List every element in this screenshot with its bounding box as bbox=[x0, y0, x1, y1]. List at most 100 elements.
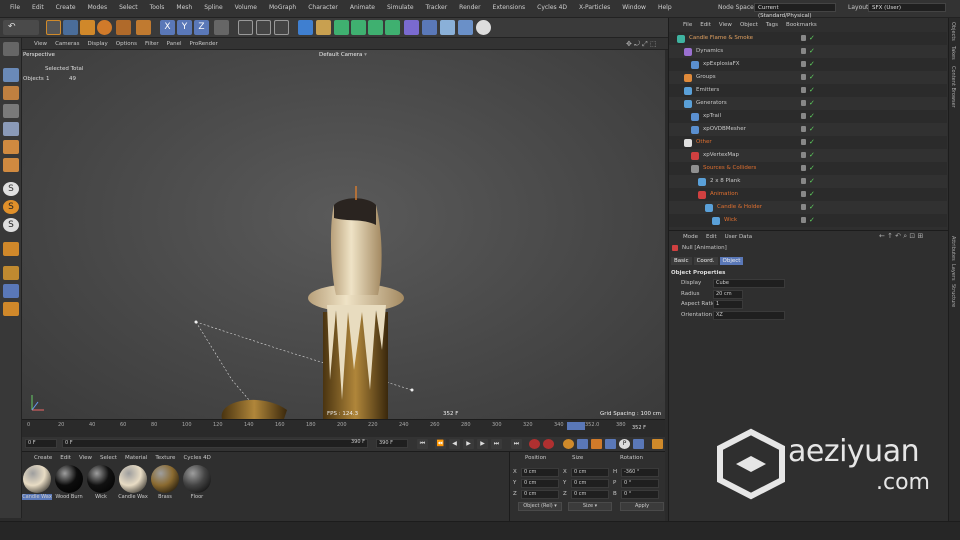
timeline-ruler[interactable]: 0 20 40 60 80 100 120 140 160 180 200 220 240 260 280 3… bbox=[22, 419, 665, 437]
layer-icon[interactable] bbox=[3, 266, 19, 280]
object-row[interactable]: xpExplosiaFX ✓ bbox=[669, 58, 947, 71]
x-axis-lock-icon[interactable]: X bbox=[160, 20, 175, 35]
edges-mode-icon[interactable] bbox=[3, 140, 19, 154]
material-menu-item[interactable]: Select bbox=[100, 455, 117, 461]
render-view-icon[interactable] bbox=[256, 20, 271, 35]
object-menu-item[interactable]: Object bbox=[740, 22, 758, 28]
field-icon[interactable] bbox=[385, 20, 400, 35]
coords-size-select[interactable]: Size ▾ bbox=[568, 502, 612, 511]
menu-item[interactable]: File bbox=[4, 4, 26, 11]
enabled-check-icon[interactable]: ✓ bbox=[809, 138, 815, 147]
node-space-select[interactable]: Current (Standard/Physical) bbox=[754, 3, 836, 19]
light-icon[interactable] bbox=[476, 20, 491, 35]
next-frame-icon[interactable]: ▶ bbox=[477, 439, 488, 449]
viewport-menu-item[interactable]: Options bbox=[116, 41, 137, 47]
coord-field[interactable]: -360 ° bbox=[621, 468, 659, 477]
z-axis-lock-icon[interactable]: Z bbox=[194, 20, 209, 35]
previous-key-icon[interactable]: ⏪ bbox=[435, 439, 446, 449]
model-mode-icon[interactable] bbox=[3, 68, 19, 82]
coord-field[interactable]: 0 cm bbox=[521, 490, 559, 499]
coord-system-icon[interactable] bbox=[136, 20, 151, 35]
scene-icon[interactable] bbox=[404, 20, 419, 35]
visibility-dot[interactable] bbox=[801, 35, 806, 41]
menu-item[interactable]: Select bbox=[113, 4, 144, 11]
menu-item[interactable]: Render bbox=[453, 4, 486, 11]
object-menu-item[interactable]: View bbox=[719, 22, 732, 28]
move-icon[interactable] bbox=[63, 20, 78, 35]
object-row[interactable]: Wick ✓ bbox=[669, 214, 947, 227]
menu-item[interactable]: Character bbox=[302, 4, 344, 11]
object-row[interactable]: Animation ✓ bbox=[669, 188, 947, 201]
object-menu-item[interactable]: File bbox=[683, 22, 692, 28]
lock-workplane-icon[interactable] bbox=[3, 284, 19, 298]
material-swatch[interactable]: Wick bbox=[86, 464, 116, 502]
menu-item[interactable]: MoGraph bbox=[263, 4, 302, 11]
key-rotation-icon[interactable] bbox=[605, 439, 616, 449]
material-swatch[interactable]: Candle Wax bbox=[22, 464, 52, 502]
property-select[interactable]: XZ bbox=[713, 310, 785, 320]
coord-field[interactable]: 0 cm bbox=[571, 490, 609, 499]
object-menu-item[interactable]: Tags bbox=[766, 22, 778, 28]
viewport-menu-item[interactable]: Display bbox=[88, 41, 108, 47]
menu-item[interactable]: Tools bbox=[144, 4, 171, 11]
camera-icon[interactable] bbox=[422, 20, 437, 35]
layout-select[interactable]: SFX (User) bbox=[868, 3, 946, 12]
cloner-icon[interactable] bbox=[351, 20, 366, 35]
live-selection-icon[interactable] bbox=[46, 20, 61, 35]
quantize-icon[interactable]: S bbox=[3, 218, 19, 232]
menu-item[interactable]: Extensions bbox=[487, 4, 532, 11]
menu-item[interactable]: Simulate bbox=[381, 4, 420, 11]
material-swatch[interactable]: Floor bbox=[182, 464, 212, 502]
viewport-nav-icons[interactable]: ✥ ⤾ ⤢ ⬚ bbox=[626, 40, 657, 49]
autokey-icon[interactable] bbox=[543, 439, 554, 449]
visibility-dot[interactable] bbox=[801, 139, 806, 145]
enabled-check-icon[interactable]: ✓ bbox=[809, 34, 815, 43]
render-region-icon[interactable] bbox=[238, 20, 253, 35]
key-position-icon[interactable] bbox=[577, 439, 588, 449]
start-frame-field[interactable]: 0 F bbox=[25, 439, 57, 448]
scale-icon[interactable] bbox=[80, 20, 95, 35]
enabled-check-icon[interactable]: ✓ bbox=[809, 47, 815, 56]
object-row[interactable]: xpOVDBMesher ✓ bbox=[669, 123, 947, 136]
property-field[interactable]: 20 cm bbox=[713, 289, 743, 299]
tab-takes[interactable]: Takes bbox=[950, 46, 956, 60]
object-row[interactable]: Emitters ✓ bbox=[669, 84, 947, 97]
visibility-dot[interactable] bbox=[801, 126, 806, 132]
polygons-mode-icon[interactable] bbox=[3, 158, 19, 172]
object-row[interactable]: Sources & Colliders ✓ bbox=[669, 162, 947, 175]
key-param-icon[interactable]: P bbox=[619, 439, 630, 449]
coord-field[interactable]: 0 cm bbox=[521, 468, 559, 477]
menu-item[interactable]: Edit bbox=[26, 4, 50, 11]
enabled-check-icon[interactable]: ✓ bbox=[809, 151, 815, 160]
snap-icon[interactable]: S bbox=[3, 182, 19, 196]
viewport-menu-item[interactable]: View bbox=[34, 41, 47, 47]
enabled-check-icon[interactable]: ✓ bbox=[809, 112, 815, 121]
visibility-dot[interactable] bbox=[801, 100, 806, 106]
object-row[interactable]: Dynamics ✓ bbox=[669, 45, 947, 58]
loop-icon[interactable]: ⏭ bbox=[511, 439, 522, 449]
viewport-menu-item[interactable]: Panel bbox=[167, 41, 182, 47]
material-menu-item[interactable]: Material bbox=[125, 455, 147, 461]
property-field[interactable]: 1 bbox=[713, 300, 743, 309]
coords-mode-select[interactable]: Object (Rel) ▾ bbox=[518, 502, 562, 511]
spline-point[interactable] bbox=[194, 320, 198, 324]
material-menu-item[interactable]: Texture bbox=[155, 455, 175, 461]
tab-objects[interactable]: Objects bbox=[950, 22, 956, 41]
object-row[interactable]: Candle Flame & Smoke ✓ bbox=[669, 32, 947, 45]
points-mode-icon[interactable] bbox=[3, 122, 19, 136]
environment-icon[interactable] bbox=[458, 20, 473, 35]
viewport-menu-item[interactable]: Cameras bbox=[55, 41, 79, 47]
menu-item[interactable]: Mesh bbox=[170, 4, 198, 11]
texture-mode-icon[interactable] bbox=[3, 86, 19, 100]
material-swatch[interactable]: Candle Wax bbox=[118, 464, 148, 502]
rotate-icon[interactable] bbox=[97, 20, 112, 35]
menu-item[interactable]: X-Particles bbox=[573, 4, 616, 11]
world-coords-icon[interactable] bbox=[214, 20, 229, 35]
coord-field[interactable]: 0 cm bbox=[571, 468, 609, 477]
material-menu-item[interactable]: Create bbox=[34, 455, 52, 461]
attribute-menu-item[interactable]: Mode bbox=[683, 234, 698, 240]
pen-icon[interactable] bbox=[316, 20, 331, 35]
visibility-dot[interactable] bbox=[801, 74, 806, 80]
object-menu-item[interactable]: Edit bbox=[700, 22, 711, 28]
make-editable-icon[interactable] bbox=[3, 42, 19, 56]
